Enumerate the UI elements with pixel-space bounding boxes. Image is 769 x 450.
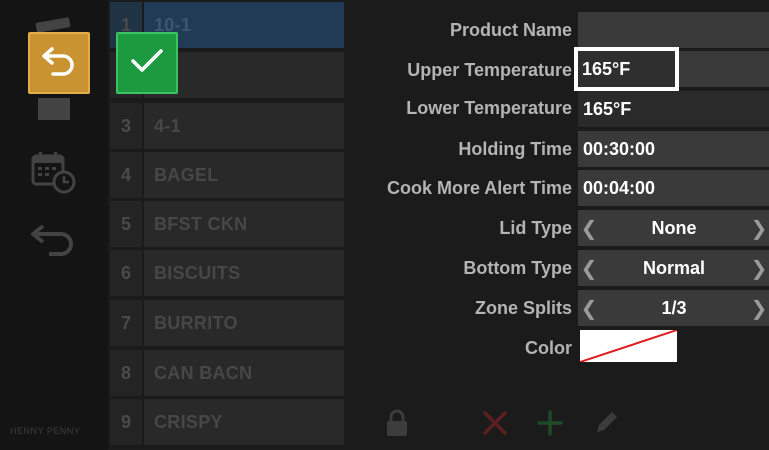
list-item[interactable]: 3 4-1: [110, 103, 344, 149]
confirm-button[interactable]: [116, 32, 178, 94]
list-item-number: 9: [110, 399, 142, 445]
list-item-number: 8: [110, 350, 142, 396]
upper-temperature-value: 165°F: [582, 58, 631, 79]
lock-icon[interactable]: [379, 405, 415, 441]
delete-icon[interactable]: [477, 405, 513, 441]
list-item[interactable]: 4 BAGEL: [110, 152, 344, 198]
list-item[interactable]: 8 CAN BACN: [110, 350, 344, 396]
bottom-type-label: Bottom Type: [463, 258, 572, 278]
list-item-name: CRISPY: [144, 399, 344, 445]
holding-time-value: 00:30:00: [583, 138, 656, 159]
lower-temperature-value: 165°F: [583, 98, 632, 119]
color-label: Color: [525, 338, 572, 358]
list-item[interactable]: 5 BFST CKN: [110, 201, 344, 247]
product-name-field[interactable]: [578, 12, 769, 48]
color-swatch[interactable]: [580, 330, 677, 362]
chevron-right-icon[interactable]: ❯: [748, 256, 769, 281]
zone-splits-value: 1/3: [661, 297, 687, 318]
list-item-name: BAGEL: [144, 152, 344, 198]
list-item-name: CAN BACN: [144, 350, 344, 396]
checkmark-icon: [130, 47, 164, 80]
list-item-number: 4: [110, 152, 142, 198]
product-name-label: Product Name: [449, 20, 572, 40]
chevron-right-icon[interactable]: ❯: [748, 296, 769, 321]
holding-time-field[interactable]: 00:30:00: [578, 131, 769, 167]
list-item-name: 4-1: [144, 103, 344, 149]
chevron-left-icon[interactable]: ❮: [578, 256, 600, 281]
chevron-right-icon[interactable]: ❯: [748, 216, 769, 241]
list-item-number: 7: [110, 300, 142, 346]
list-item[interactable]: 9 CRISPY: [110, 399, 344, 445]
chevron-left-icon[interactable]: ❮: [578, 216, 600, 241]
undo-button[interactable]: [28, 32, 90, 94]
undo-arrow-icon: [41, 45, 77, 82]
edit-icon[interactable]: [588, 405, 624, 441]
zone-splits-label: Zone Splits: [474, 298, 572, 318]
back-arrow-icon[interactable]: [0, 218, 108, 258]
list-item-number: 5: [110, 201, 142, 247]
bottom-type-value: Normal: [642, 257, 705, 278]
lid-type-label: Lid Type: [499, 218, 572, 238]
lower-temperature-label: Lower Temperature: [406, 98, 572, 118]
list-item-name: BISCUITS: [144, 250, 344, 296]
bottom-type-picker: ❮ Normal ❯: [578, 250, 769, 286]
list-item-number: 6: [110, 250, 142, 296]
chevron-left-icon[interactable]: ❮: [578, 296, 600, 321]
list-item-number: 3: [110, 103, 142, 149]
lid-type-picker: ❮ None ❯: [578, 210, 769, 246]
cook-more-alert-value: 00:04:00: [583, 177, 656, 198]
cook-more-alert-label: Cook More Alert Time: [386, 178, 572, 198]
lid-type-value: None: [651, 217, 697, 238]
upper-temperature-label: Upper Temperature: [407, 60, 572, 80]
list-item-name: BFST CKN: [144, 201, 344, 247]
calendar-clock-icon[interactable]: [0, 150, 108, 196]
holding-time-label: Holding Time: [458, 139, 572, 159]
cook-more-alert-field[interactable]: 00:04:00: [578, 170, 769, 206]
no-color-slash-icon: [580, 330, 677, 362]
brand-logo: HENNY PENNY: [10, 426, 81, 436]
list-item[interactable]: 7 BURRITO: [110, 300, 344, 346]
add-icon[interactable]: [532, 405, 568, 441]
zone-splits-picker: ❮ 1/3 ❯: [578, 290, 769, 326]
document-icon[interactable]: [0, 98, 108, 120]
lower-temperature-field: 165°F: [578, 91, 769, 127]
list-item-name: BURRITO: [144, 300, 344, 346]
list-item[interactable]: 6 BISCUITS: [110, 250, 344, 296]
upper-temperature-field[interactable]: 165°F: [574, 47, 679, 91]
